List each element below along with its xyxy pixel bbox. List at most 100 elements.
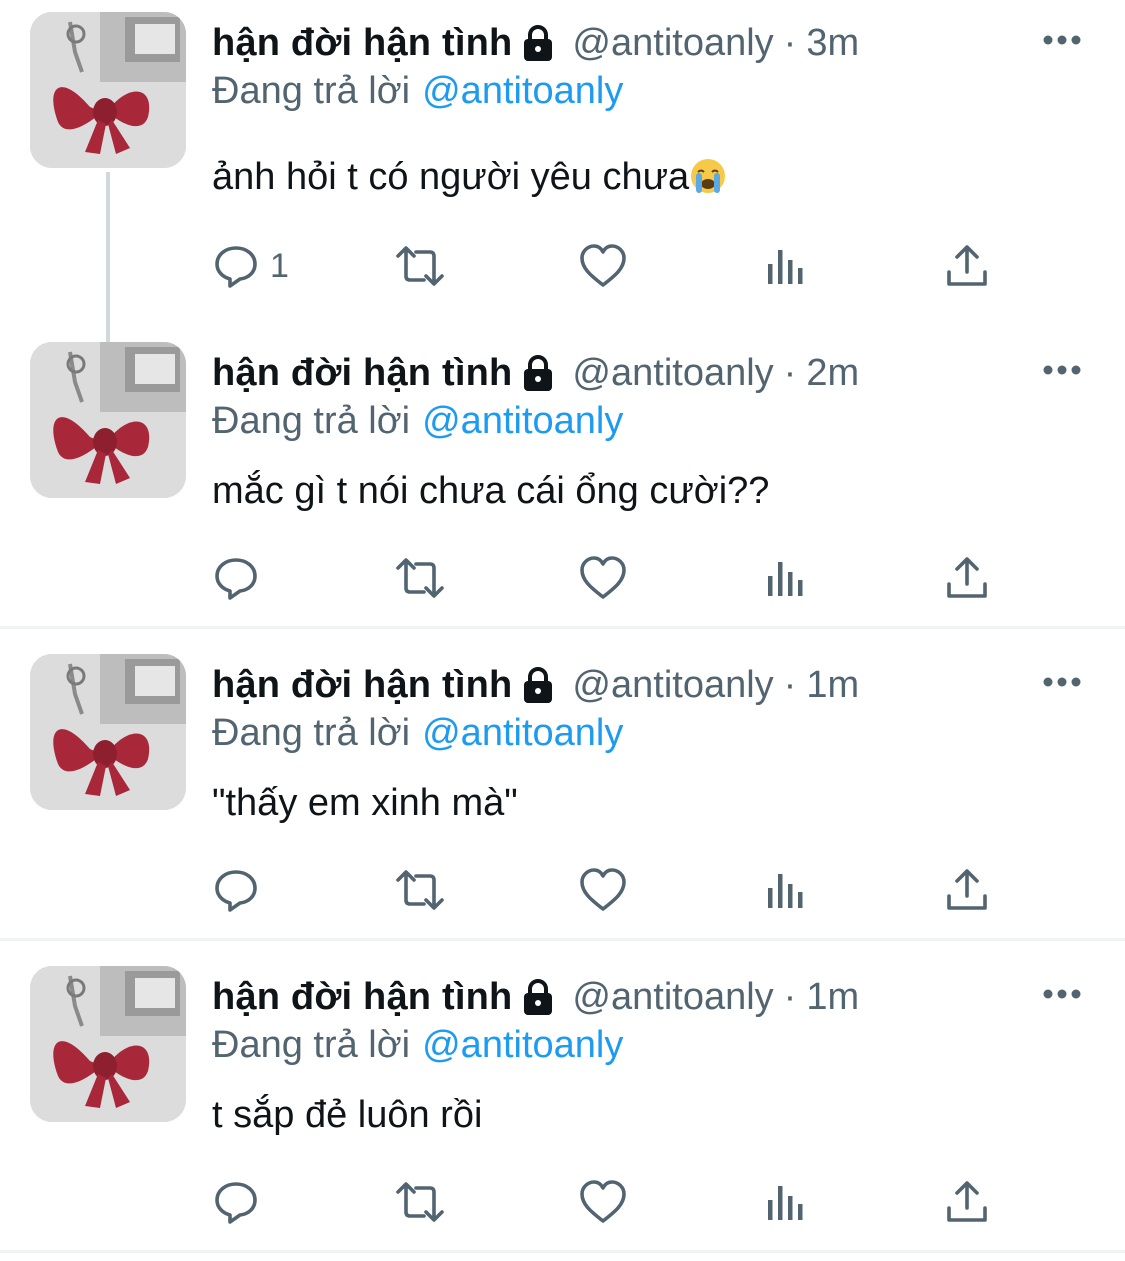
replying-handle[interactable]: @antitoanly xyxy=(422,1024,623,1066)
loudly-crying-face-emoji xyxy=(691,159,726,193)
tweet[interactable]: hận đời hận tình @antitoanly · 1m Đang t… xyxy=(0,964,1125,1249)
handle[interactable]: @antitoanly xyxy=(572,348,773,398)
thread-line xyxy=(106,172,110,347)
like-button[interactable] xyxy=(578,550,628,606)
replying-to: Đang trả lời @antitoanly xyxy=(212,66,623,116)
views-icon xyxy=(768,1186,803,1220)
more-icon[interactable] xyxy=(1040,984,1084,1004)
timestamp[interactable]: 1m xyxy=(806,660,859,710)
share-button[interactable] xyxy=(944,862,990,918)
heart-icon xyxy=(580,556,626,599)
share-icon xyxy=(947,869,987,910)
retweet-icon xyxy=(396,1182,444,1222)
share-button[interactable] xyxy=(944,550,990,606)
retweet-button[interactable] xyxy=(392,1174,448,1230)
reply-button[interactable]: 1 xyxy=(212,238,289,294)
avatar-image xyxy=(30,12,186,168)
lock-icon xyxy=(524,667,553,703)
views-button[interactable] xyxy=(764,1174,808,1230)
retweet-button[interactable] xyxy=(392,238,448,294)
avatar-image xyxy=(30,342,186,498)
avatar[interactable] xyxy=(30,342,186,498)
reply-button[interactable] xyxy=(212,1174,260,1230)
tweet-header: hận đời hận tình @antitoanly · 1m xyxy=(212,972,859,1022)
tweet-actions xyxy=(212,862,1012,918)
avatar[interactable] xyxy=(30,654,186,810)
views-button[interactable] xyxy=(764,238,808,294)
tweet-header: hận đời hận tình @antitoanly · 2m xyxy=(212,348,859,398)
replying-handle[interactable]: @antitoanly xyxy=(422,400,623,442)
display-name[interactable]: hận đời hận tình xyxy=(212,348,512,398)
replying-to: Đang trả lời @antitoanly xyxy=(212,1020,623,1070)
avatar[interactable] xyxy=(30,12,186,168)
reply-icon xyxy=(215,870,257,912)
handle[interactable]: @antitoanly xyxy=(572,972,773,1022)
share-icon xyxy=(947,245,987,286)
tweet-actions xyxy=(212,1174,1012,1230)
separator-dot: · xyxy=(783,352,797,394)
replying-to: Đang trả lời @antitoanly xyxy=(212,396,623,446)
heart-icon xyxy=(580,1180,626,1223)
lock-icon xyxy=(524,979,553,1015)
separator-dot: · xyxy=(783,976,797,1018)
reply-icon xyxy=(215,1182,257,1224)
retweet-icon xyxy=(396,870,444,910)
handle[interactable]: @antitoanly xyxy=(572,18,773,68)
share-button[interactable] xyxy=(944,1174,990,1230)
retweet-button[interactable] xyxy=(392,862,448,918)
handle[interactable]: @antitoanly xyxy=(572,660,773,710)
more-icon[interactable] xyxy=(1040,30,1084,50)
reply-count: 1 xyxy=(270,246,289,285)
replying-label: Đang trả lời xyxy=(212,1024,411,1066)
replying-handle[interactable]: @antitoanly xyxy=(422,70,623,112)
reply-button[interactable] xyxy=(212,862,260,918)
tweet-divider xyxy=(0,626,1125,629)
tweet[interactable]: hận đời hận tình @antitoanly · 1m Đang t… xyxy=(0,652,1125,937)
share-button[interactable] xyxy=(944,238,990,294)
display-name[interactable]: hận đời hận tình xyxy=(212,18,512,68)
replying-handle[interactable]: @antitoanly xyxy=(422,712,623,754)
timestamp[interactable]: 1m xyxy=(806,972,859,1022)
tweet-header: hận đời hận tình @antitoanly · 3m xyxy=(212,18,859,68)
tweet-text: mắc gì t nói chưa cái ổng cười?? xyxy=(212,466,769,516)
replying-to: Đang trả lời @antitoanly xyxy=(212,708,623,758)
heart-icon xyxy=(580,244,626,287)
views-button[interactable] xyxy=(764,862,808,918)
lock-icon xyxy=(524,25,553,61)
avatar-image xyxy=(30,966,186,1122)
retweet-button[interactable] xyxy=(392,550,448,606)
share-icon xyxy=(947,557,987,598)
tweet[interactable]: hận đời hận tình @antitoanly · 3m Đang t… xyxy=(0,10,1125,347)
reply-button[interactable] xyxy=(212,550,260,606)
views-button[interactable] xyxy=(764,550,808,606)
tweet-text: "thấy em xinh mà" xyxy=(212,778,518,828)
views-icon xyxy=(768,874,803,908)
more-icon[interactable] xyxy=(1040,672,1084,692)
display-name[interactable]: hận đời hận tình xyxy=(212,660,512,710)
timestamp[interactable]: 3m xyxy=(806,18,859,68)
tweet[interactable]: hận đời hận tình @antitoanly · 2m Đang t… xyxy=(0,340,1125,625)
more-icon[interactable] xyxy=(1040,360,1084,380)
tweet-text-content: t sắp đẻ luôn rồi xyxy=(212,1094,483,1136)
tweet-text-content: "thấy em xinh mà" xyxy=(212,782,518,824)
separator-dot: · xyxy=(783,664,797,706)
tweet-text-content: mắc gì t nói chưa cái ổng cười?? xyxy=(212,470,770,512)
tweet-actions xyxy=(212,550,1012,606)
replying-label: Đang trả lời xyxy=(212,70,411,112)
views-icon xyxy=(768,250,803,284)
like-button[interactable] xyxy=(578,1174,628,1230)
replying-label: Đang trả lời xyxy=(212,712,411,754)
tweet-header: hận đời hận tình @antitoanly · 1m xyxy=(212,660,859,710)
avatar-image xyxy=(30,654,186,810)
retweet-icon xyxy=(396,246,444,286)
avatar[interactable] xyxy=(30,966,186,1122)
separator-dot: · xyxy=(783,22,797,64)
tweet-text: ảnh hỏi t có người yêu chưa xyxy=(212,152,727,202)
like-button[interactable] xyxy=(578,862,628,918)
display-name[interactable]: hận đời hận tình xyxy=(212,972,512,1022)
like-button[interactable] xyxy=(578,238,628,294)
tweet-divider xyxy=(0,938,1125,941)
replying-label: Đang trả lời xyxy=(212,400,411,442)
reply-icon xyxy=(215,558,257,600)
timestamp[interactable]: 2m xyxy=(806,348,859,398)
